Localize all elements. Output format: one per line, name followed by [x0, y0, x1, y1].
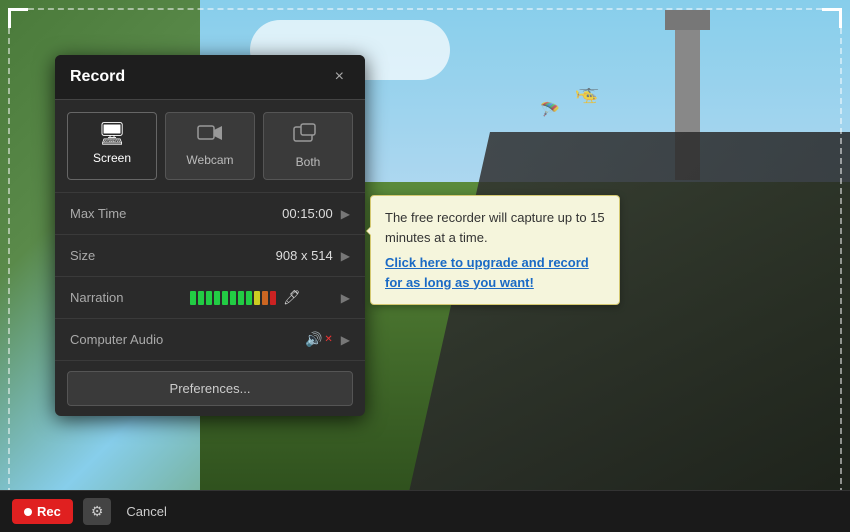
narration-bar: 🖊 [190, 289, 333, 306]
webcam-icon [197, 123, 223, 147]
size-row: Size 908 x 514 ▶ [55, 235, 365, 277]
panel-header: Record × [55, 55, 365, 100]
upgrade-link[interactable]: Click here to upgrade and record for as … [385, 253, 605, 292]
bar-4 [214, 291, 220, 305]
source-webcam-button[interactable]: Webcam [165, 112, 255, 180]
screen-label: Screen [93, 151, 131, 165]
screen-icon: 🖥 [98, 123, 126, 145]
record-panel: Record × 🖥 Screen Webcam Both [55, 55, 365, 416]
audio-expand[interactable]: ▶ [341, 333, 350, 347]
bar-10 [262, 291, 268, 305]
bar-9 [254, 291, 260, 305]
narration-expand[interactable]: ▶ [341, 291, 350, 305]
muted-indicator: ✕ [324, 334, 332, 345]
both-label: Both [296, 155, 321, 169]
size-value: 908 x 514 [190, 248, 333, 263]
size-label: Size [70, 248, 190, 263]
panel-title: Record [70, 68, 125, 86]
bar-2 [198, 291, 204, 305]
settings-list: Max Time 00:15:00 ▶ Size 908 x 514 ▶ Nar… [55, 193, 365, 361]
mic-icon[interactable]: 🖊 [283, 289, 301, 306]
bar-6 [230, 291, 236, 305]
bar-11 [270, 291, 276, 305]
webcam-label: Webcam [186, 153, 233, 167]
bar-5 [222, 291, 228, 305]
bottom-bar: Rec ⚙ Cancel [0, 490, 850, 532]
bar-7 [238, 291, 244, 305]
helicopter: 🚁 [575, 80, 600, 105]
source-screen-button[interactable]: 🖥 Screen [67, 112, 157, 180]
max-time-label: Max Time [70, 206, 190, 221]
tooltip-text: The free recorder will capture up to 15 … [385, 210, 605, 245]
source-both-button[interactable]: Both [263, 112, 353, 180]
tooltip: The free recorder will capture up to 15 … [370, 195, 620, 305]
max-time-expand[interactable]: ▶ [341, 207, 350, 221]
max-time-value: 00:15:00 [190, 206, 333, 221]
gear-icon: ⚙ [91, 503, 104, 519]
cancel-button[interactable]: Cancel [121, 499, 171, 524]
preferences-button[interactable]: Preferences... [67, 371, 353, 406]
narration-label: Narration [70, 290, 190, 305]
parachute: 🪂 [540, 100, 560, 120]
rec-dot [24, 508, 32, 516]
rec-label: Rec [37, 504, 61, 519]
close-button[interactable]: × [329, 67, 350, 87]
settings-button[interactable]: ⚙ [83, 498, 112, 525]
audio-row: Computer Audio 🔊 ✕ ▶ [55, 319, 365, 361]
narration-row: Narration 🖊 ▶ [55, 277, 365, 319]
speaker-icon: 🔊 [305, 331, 322, 348]
bar-8 [246, 291, 252, 305]
rec-button[interactable]: Rec [12, 499, 73, 524]
audio-label: Computer Audio [70, 332, 190, 347]
bar-3 [206, 291, 212, 305]
size-expand[interactable]: ▶ [341, 249, 350, 263]
bar-1 [190, 291, 196, 305]
source-selector: 🖥 Screen Webcam Both [55, 100, 365, 193]
max-time-row: Max Time 00:15:00 ▶ [55, 193, 365, 235]
both-icon [293, 123, 323, 149]
